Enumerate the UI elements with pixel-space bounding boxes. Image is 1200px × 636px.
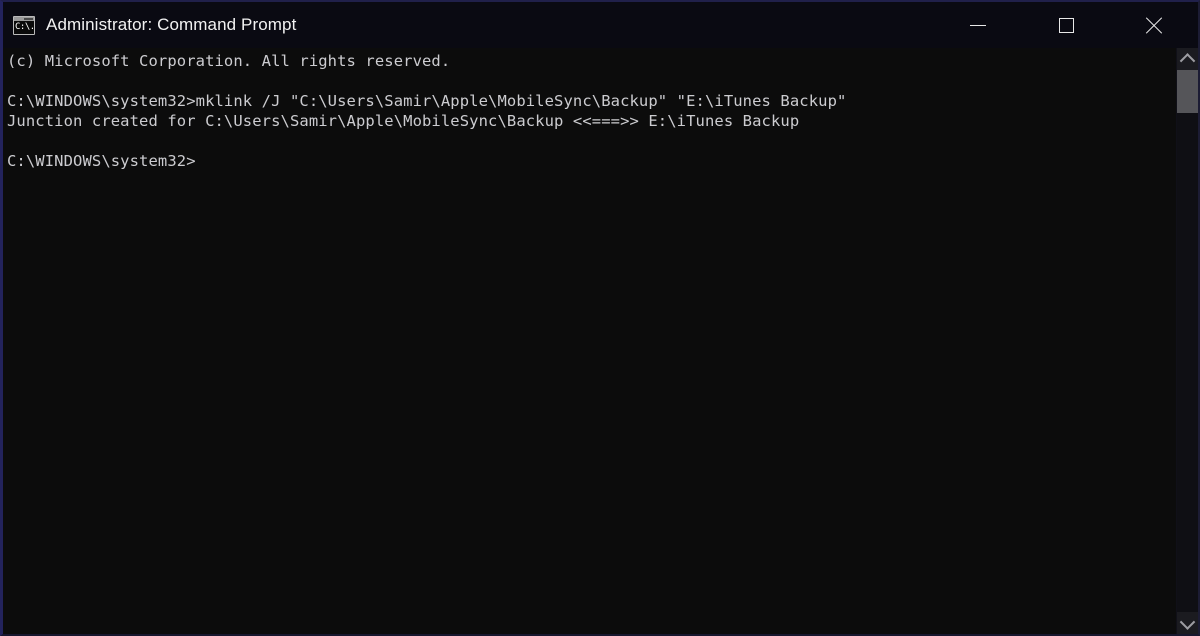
chevron-up-icon <box>1179 52 1196 69</box>
maximize-icon <box>1058 17 1074 33</box>
window-titlebar[interactable]: C:\. Administrator: Command Prompt <box>3 2 1198 48</box>
cmd-icon-glyph: C:\. <box>15 21 35 32</box>
console-line: C:\WINDOWS\system32> <box>7 152 196 171</box>
window-controls <box>934 2 1198 48</box>
console-line: C:\WINDOWS\system32>mklink /J "C:\Users\… <box>7 92 847 111</box>
close-button[interactable] <box>1110 2 1198 48</box>
console-output[interactable]: (c) Microsoft Corporation. All rights re… <box>3 48 1176 634</box>
scrollbar-down-button[interactable] <box>1177 612 1198 634</box>
console-line: Junction created for C:\Users\Samir\Appl… <box>7 112 800 131</box>
titlebar-left-group: C:\. Administrator: Command Prompt <box>3 2 934 48</box>
console-area: (c) Microsoft Corporation. All rights re… <box>3 48 1198 634</box>
chevron-down-icon <box>1179 613 1196 630</box>
window-title: Administrator: Command Prompt <box>46 15 297 34</box>
scrollbar-track[interactable] <box>1177 70 1198 612</box>
command-prompt-window: C:\. Administrator: Command Prompt (c) M… <box>0 0 1200 636</box>
scrollbar-thumb[interactable] <box>1177 70 1198 113</box>
minimize-icon <box>970 24 986 26</box>
scrollbar-up-button[interactable] <box>1177 48 1198 70</box>
minimize-button[interactable] <box>934 2 1022 48</box>
maximize-button[interactable] <box>1022 2 1110 48</box>
cmd-console-icon: C:\. <box>13 15 35 35</box>
console-scrollbar[interactable] <box>1176 48 1198 634</box>
console-line: (c) Microsoft Corporation. All rights re… <box>7 52 451 70</box>
close-icon <box>1145 16 1163 34</box>
